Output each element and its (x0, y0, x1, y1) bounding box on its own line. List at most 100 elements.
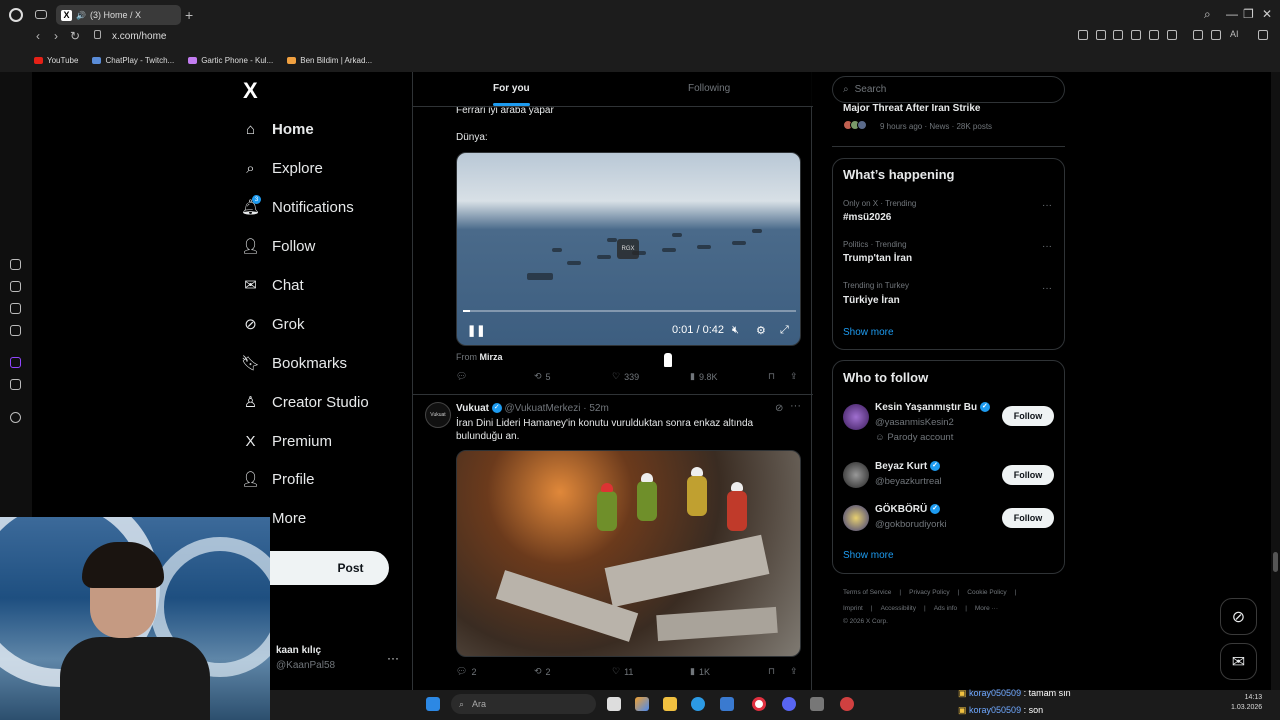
wallet-icon[interactable] (1211, 30, 1221, 40)
grok-fab-button[interactable]: ⊘ (1220, 598, 1257, 635)
suggestion-name[interactable]: Beyaz Kurt ✓ (875, 461, 941, 472)
page-scrollbar[interactable] (1271, 72, 1280, 690)
reload-button[interactable]: ↻ (70, 29, 80, 43)
windows-start-icon[interactable] (426, 697, 440, 711)
forward-button[interactable]: › (54, 29, 58, 43)
copilot-icon[interactable] (635, 697, 649, 711)
fullscreen-icon[interactable]: ⤢ (780, 324, 789, 337)
ai-button[interactable]: AI (1230, 29, 1239, 39)
account-name[interactable]: kaan kılıç (276, 645, 321, 656)
speaker-icon[interactable]: 🔊 (76, 11, 86, 20)
author-handle[interactable]: @VukuatMerkezi · 52m (505, 403, 609, 414)
video-progress-bar[interactable] (463, 310, 796, 312)
reply-button[interactable]: 💬︎ (456, 371, 467, 382)
mute-icon[interactable]: 🔇︎ (732, 324, 739, 337)
messages-fab-button[interactable]: ✉ (1220, 643, 1257, 680)
file-explorer-icon[interactable] (663, 697, 677, 711)
bookmark-youtube[interactable]: YouTube (34, 56, 78, 65)
like-button[interactable]: ♡ 339 (612, 371, 639, 382)
suggestion-name[interactable]: Kesin Yaşanmıştır Bu ✓ (875, 402, 990, 413)
bookmark-benbildim[interactable]: Ben Bildim | Arkad... (287, 56, 372, 65)
bookmark-button[interactable]: ⊓ (768, 371, 775, 382)
views-button[interactable]: ▮ 9.8K (690, 371, 717, 382)
x-logo-icon[interactable]: X (243, 78, 258, 104)
trend-more-button[interactable]: ··· (1042, 283, 1052, 294)
trend-item[interactable]: #msü2026 (843, 212, 891, 223)
avatar[interactable] (843, 462, 869, 488)
heart-icon[interactable] (1167, 30, 1177, 40)
taskbar-search[interactable]: ⌕ Ara (451, 694, 596, 714)
tab-following[interactable]: Following (688, 83, 730, 94)
nav-explore[interactable]: ⌕ Explore (242, 153, 323, 183)
footer-link[interactable]: Terms of Service (843, 589, 891, 596)
lock-icon[interactable] (94, 30, 101, 39)
nav-home[interactable]: ⌂ Home (242, 114, 314, 144)
send-icon[interactable] (1149, 30, 1159, 40)
nav-premium[interactable]: X Premium (242, 426, 332, 456)
retweet-button[interactable]: ⟲ 5 (534, 371, 551, 382)
menu-icon[interactable] (1258, 30, 1268, 40)
reply-button[interactable]: 💬︎ 2 (456, 666, 476, 677)
footer-link[interactable]: More ··· (975, 605, 998, 612)
store-icon[interactable] (720, 697, 734, 711)
tweet-image[interactable] (456, 450, 801, 657)
shield-icon[interactable] (1113, 30, 1123, 40)
footer-link[interactable]: Privacy Policy (909, 589, 949, 596)
footer-link[interactable]: Accessibility (881, 605, 916, 612)
obs-icon[interactable] (840, 697, 854, 711)
sidebar-x-icon[interactable] (10, 379, 21, 390)
like-button[interactable]: ♡ 11 (612, 666, 633, 677)
tab-for-you[interactable]: For you (493, 83, 530, 106)
pause-icon[interactable]: ❚❚ (467, 324, 485, 337)
bookmark-chatplay[interactable]: ChatPlay - Twitch... (92, 56, 174, 65)
show-more-trends[interactable]: Show more (843, 327, 894, 338)
system-clock[interactable]: 14:13 1.03.2026 (1231, 693, 1262, 713)
share-button[interactable]: ⇪ (790, 371, 798, 382)
opera-logo-icon[interactable] (9, 8, 23, 22)
account-handle[interactable]: @KaanPal58 (276, 660, 335, 671)
avatar[interactable]: Vukuat (425, 402, 451, 428)
account-more-button[interactable]: ··· (387, 651, 399, 665)
news-trend-title[interactable]: Major Threat After Iran Strike (843, 103, 980, 114)
bookmark-gartic[interactable]: Gartic Phone - Kul... (188, 56, 273, 65)
suggestion-name[interactable]: GÖKBÖRÜ ✓ (875, 504, 941, 515)
trend-item[interactable]: Türkiye İran (843, 295, 900, 306)
back-button[interactable]: ‹ (36, 29, 40, 43)
share-button[interactable]: ⇪ (790, 666, 798, 677)
pin-icon[interactable] (1078, 30, 1088, 40)
sidebar-twitch-icon[interactable] (10, 357, 21, 368)
task-view-icon[interactable] (607, 697, 621, 711)
follow-button[interactable]: Follow (1002, 465, 1054, 485)
discord-icon[interactable] (782, 697, 796, 711)
sidebar-pencil-icon[interactable] (10, 303, 21, 314)
restore-button[interactable]: ❐ (1243, 7, 1254, 21)
avatar[interactable] (843, 505, 869, 531)
new-tab-button[interactable]: + (185, 7, 193, 23)
source-name[interactable]: Mirza (480, 352, 503, 362)
close-window-button[interactable]: ✕ (1262, 7, 1272, 21)
footer-link[interactable]: Imprint (843, 605, 863, 612)
retweet-button[interactable]: ⟲ 2 (534, 666, 551, 677)
nav-chat[interactable]: ✉ Chat (242, 270, 303, 300)
sidebar-history-icon[interactable] (10, 412, 21, 423)
minimize-button[interactable]: — (1226, 7, 1238, 21)
nav-grok[interactable]: ⊘ Grok (242, 309, 304, 339)
tweet-more-button[interactable]: ··· (790, 400, 801, 412)
video-player[interactable]: RGX ❚❚ 0:01 / 0:42 🔇︎ ⚙ ⤢ (456, 152, 801, 346)
nav-bookmarks[interactable]: 🔖︎ Bookmarks (241, 348, 347, 378)
grok-icon[interactable]: ⊘ (775, 403, 783, 414)
views-button[interactable]: ▮ 1K (690, 666, 710, 677)
sidebar-music-icon[interactable] (10, 281, 21, 292)
trend-more-button[interactable]: ··· (1042, 200, 1052, 211)
translate-icon[interactable] (1131, 30, 1141, 40)
trend-more-button[interactable]: ··· (1042, 241, 1052, 252)
follow-button[interactable]: Follow (1002, 508, 1054, 528)
snapshot-icon[interactable] (1096, 30, 1106, 40)
scrollbar-thumb[interactable] (1273, 552, 1278, 572)
address-bar[interactable]: x.com/home (112, 31, 166, 42)
trend-item[interactable]: Trump'tan İran (843, 253, 912, 264)
avatar[interactable] (843, 404, 869, 430)
search-input[interactable]: ⌕ Search (832, 76, 1065, 103)
settings-gear-icon[interactable]: ⚙ (756, 324, 766, 337)
search-icon[interactable]: ⌕ (1204, 7, 1211, 22)
